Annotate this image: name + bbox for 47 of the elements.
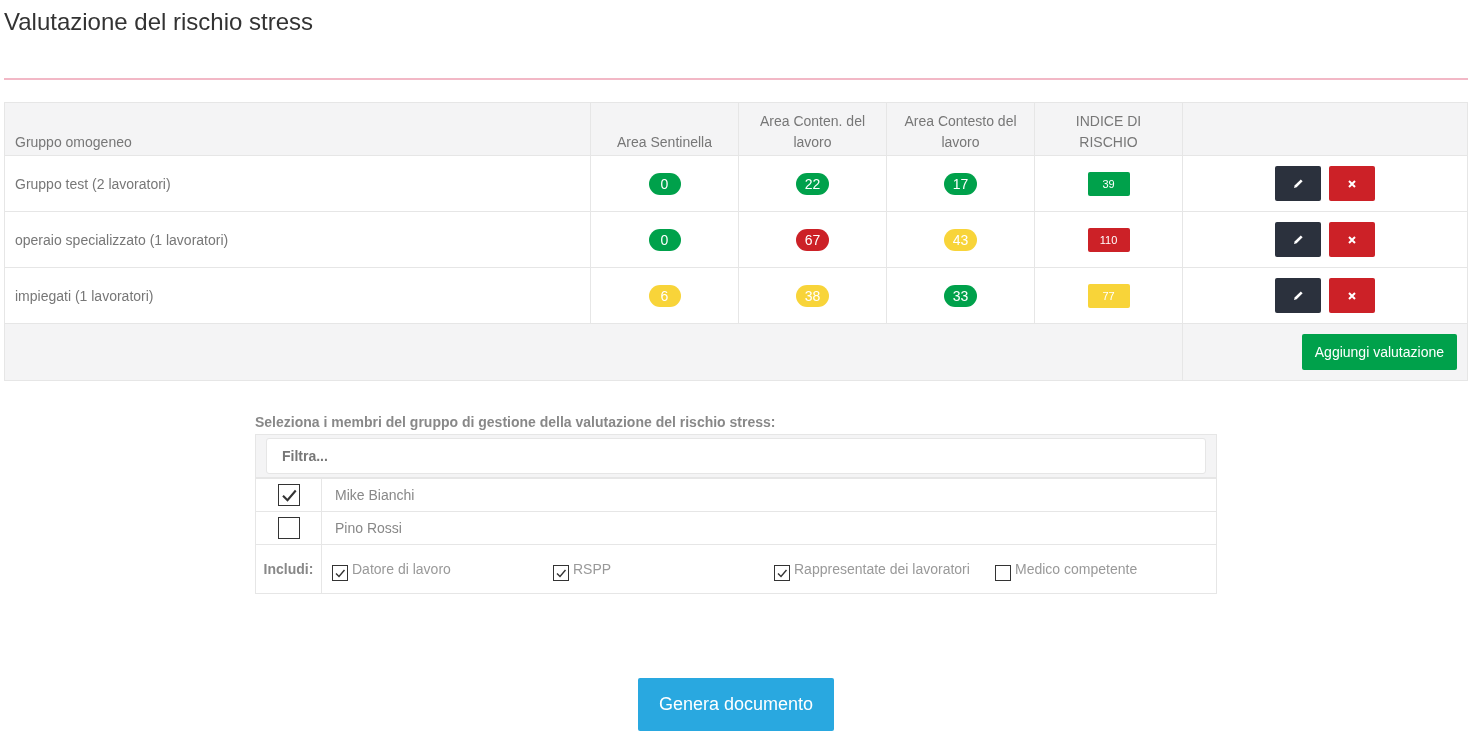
include-option: Datore di lavoro	[352, 559, 451, 580]
group-name: impiegati (1 lavoratori)	[15, 287, 154, 304]
add-evaluation-button[interactable]: Aggiungi valutazione	[1301, 334, 1457, 370]
checkbox[interactable]	[774, 565, 790, 582]
score-badge: 22	[795, 172, 830, 195]
group-name: operaio specializzato (1 lavoratori)	[15, 231, 229, 248]
column-header: Area Conten. del lavoro	[759, 113, 866, 150]
include-option: RSPP	[573, 559, 612, 580]
checkbox[interactable]	[332, 565, 348, 582]
group-name: Gruppo test (2 lavoratori)	[15, 175, 171, 192]
edit-button[interactable]	[1275, 222, 1321, 257]
checkbox[interactable]	[277, 484, 300, 506]
checkbox[interactable]	[277, 517, 300, 539]
score-badge: 0	[648, 228, 681, 251]
column-header: INDICE DI RISCHIO	[1075, 113, 1142, 150]
risk-index-badge: 39	[1087, 171, 1130, 196]
risk-index-badge: 110	[1087, 227, 1130, 252]
score-badge: 67	[795, 228, 830, 251]
close-icon	[1348, 179, 1356, 188]
pencil-icon	[1292, 290, 1304, 301]
column-header: Gruppo omogeneo	[15, 134, 132, 150]
column-header: Area Sentinella	[617, 134, 712, 150]
score-badge: 17	[943, 172, 978, 195]
pencil-icon	[1292, 234, 1304, 245]
close-icon	[1348, 291, 1356, 300]
risk-index-badge: 77	[1087, 283, 1130, 308]
include-option: Rappresentate dei lavoratori	[794, 559, 970, 580]
members-label: Seleziona i membri del gruppo di gestione della valutazione del rischio stress:	[255, 414, 777, 430]
edit-button[interactable]	[1275, 166, 1321, 201]
checkbox[interactable]	[995, 565, 1011, 582]
filter-field[interactable]: Filtra...	[266, 438, 1206, 474]
score-badge: 6	[648, 284, 681, 307]
score-badge: 0	[648, 172, 681, 195]
member-name: Pino Rossi	[335, 520, 402, 536]
edit-button[interactable]	[1275, 278, 1321, 313]
include-option: Medico competente	[1015, 559, 1138, 580]
include-label: Includi:	[263, 561, 314, 577]
page-title: Valutazione del rischio stress	[4, 7, 315, 37]
score-badge: 43	[943, 228, 978, 251]
checkbox[interactable]	[553, 565, 569, 582]
score-badge: 33	[943, 284, 978, 307]
score-badge: 38	[795, 284, 830, 307]
generate-document-button[interactable]: Genera documento	[637, 678, 835, 731]
member-name: Mike Bianchi	[335, 487, 415, 503]
column-header: Area Contesto del lavoro	[904, 113, 1017, 150]
close-icon	[1348, 235, 1356, 244]
pencil-icon	[1292, 178, 1304, 189]
